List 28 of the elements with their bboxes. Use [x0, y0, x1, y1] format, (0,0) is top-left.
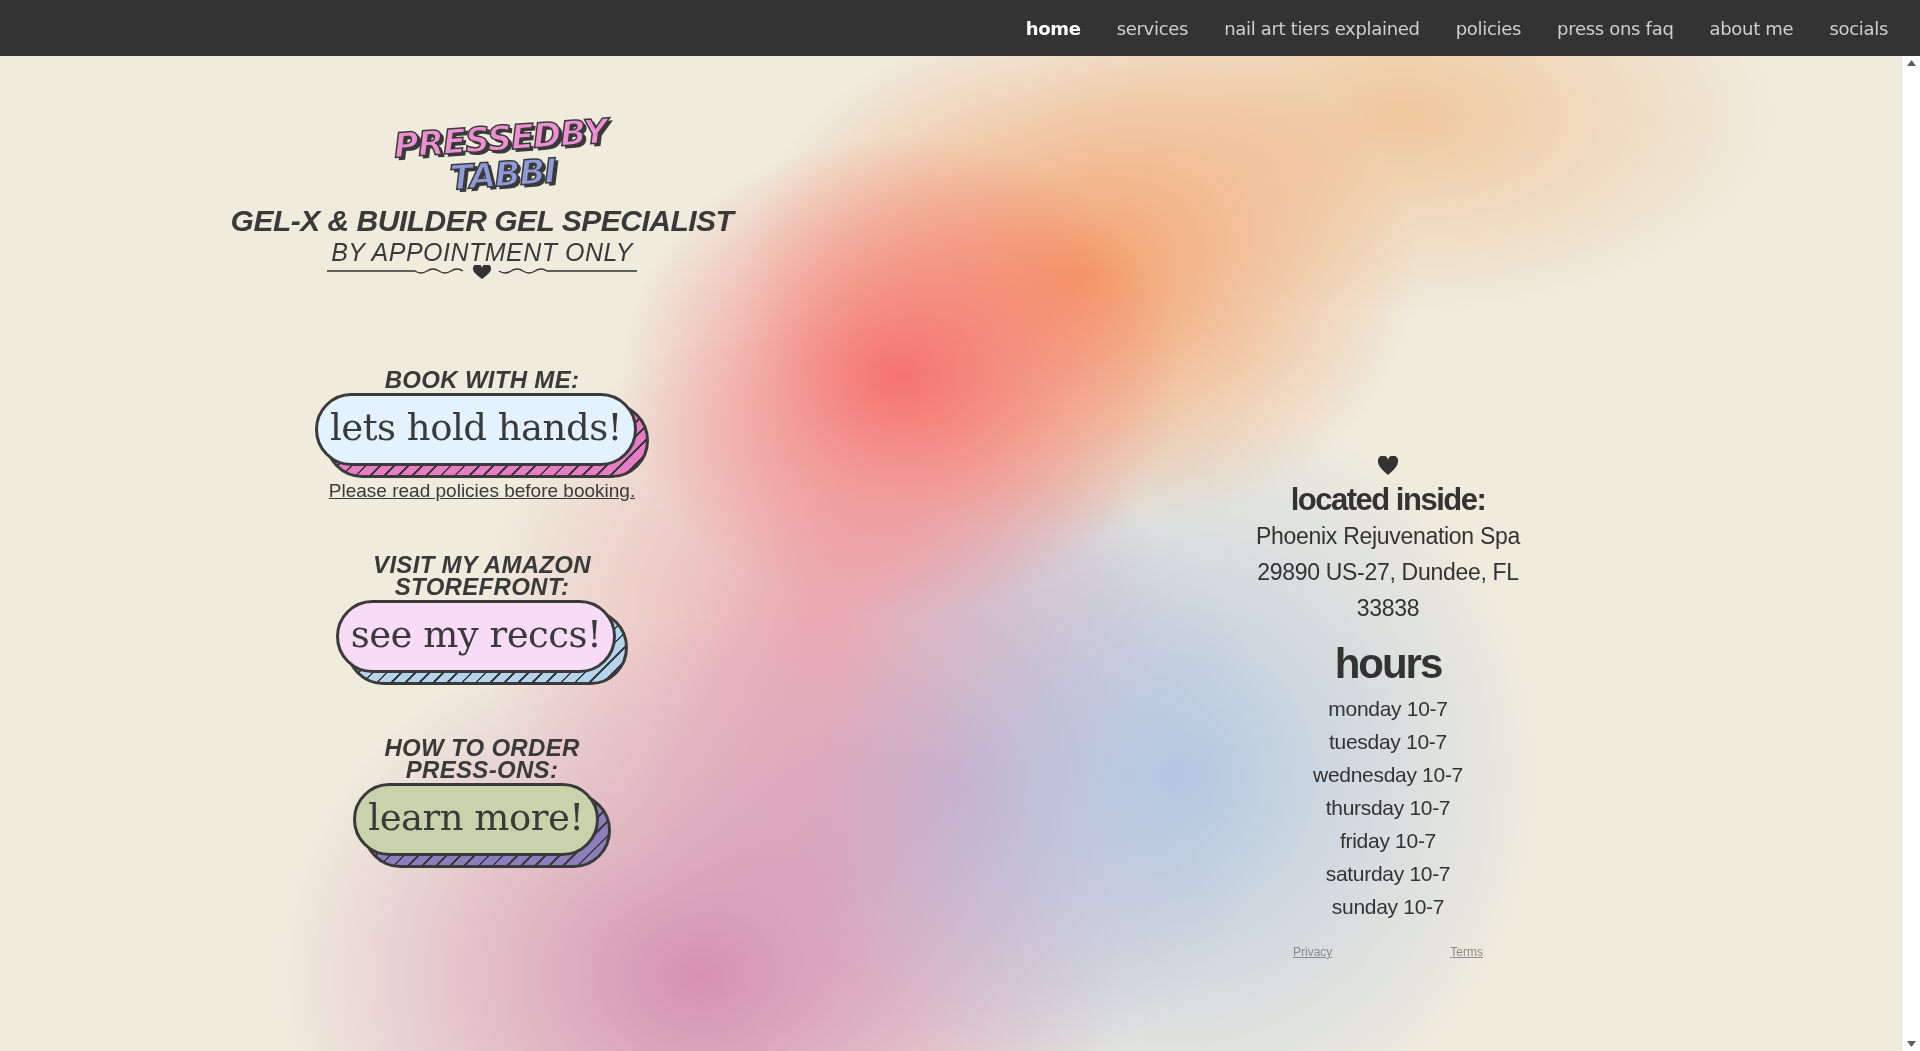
- nav-link[interactable]: policies: [1437, 11, 1540, 45]
- hours-line: wednesday 10-7: [1313, 762, 1463, 788]
- nav-link[interactable]: home: [1007, 11, 1099, 45]
- nav-link[interactable]: socials: [1811, 11, 1906, 45]
- heart-icon: [1377, 456, 1399, 476]
- nav-link[interactable]: about me: [1691, 11, 1812, 45]
- subtitle: BY APPOINTMENT ONLY: [331, 238, 633, 267]
- policies-link[interactable]: Please read policies before booking.: [328, 480, 636, 502]
- location-heading: located inside:: [1290, 482, 1486, 518]
- section-title: HOW TO ORDER PRESS-ONS:: [383, 737, 581, 781]
- address-line: 33838: [1356, 594, 1420, 623]
- hours-line: tuesday 10-7: [1329, 729, 1447, 755]
- hours-line: thursday 10-7: [1325, 795, 1451, 821]
- tagline: GEL-X & BUILDER GEL SPECIALIST: [230, 204, 734, 238]
- hours-line: saturday 10-7: [1325, 861, 1451, 887]
- hours-line: friday 10-7: [1340, 828, 1436, 854]
- hours-line: monday 10-7: [1328, 696, 1448, 722]
- section-title: VISIT MY AMAZON STOREFRONT:: [372, 554, 592, 598]
- nav-link[interactable]: services: [1098, 11, 1207, 45]
- address-line: Phoenix Rejuvenation Spa: [1256, 522, 1520, 551]
- scroll-down-icon[interactable]: [1906, 1041, 1916, 1047]
- nav-link[interactable]: nail art tiers explained: [1206, 11, 1438, 45]
- nav-link[interactable]: press ons faq: [1539, 11, 1692, 45]
- hours-line: sunday 10-7: [1331, 894, 1445, 920]
- address-line: 29890 US-27, Dundee, FL: [1257, 558, 1519, 587]
- section-title: BOOK WITH ME:: [384, 369, 580, 391]
- scroll-up-icon[interactable]: [1906, 60, 1916, 66]
- hours-heading: hours: [1334, 640, 1442, 688]
